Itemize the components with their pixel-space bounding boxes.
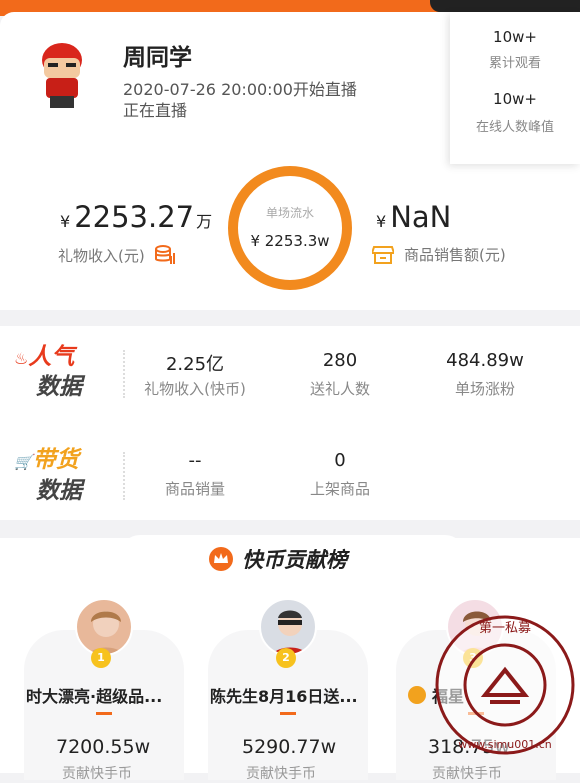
total-views-value: 10w+ — [493, 28, 537, 46]
commerce-title: 🛒带货 数据 — [14, 446, 82, 506]
rank-1-avatar[interactable] — [75, 598, 133, 656]
goods-sales: ¥ NaN — [376, 200, 451, 234]
lion-icon — [408, 686, 426, 704]
gift-income-value: 2253.27 — [74, 200, 195, 234]
watermark-seal: 第一私募 www.simu001.cn — [435, 615, 575, 755]
rank-2-badge: 2 — [276, 648, 296, 668]
flame-icon: ♨ — [14, 349, 29, 368]
watermark-text-top: 第一私募 — [479, 621, 531, 636]
commerce-label-1: 上架商品 — [309, 480, 370, 498]
rank-3-label: 贡献快手币 — [432, 766, 502, 782]
single-flow-ring: 单场流水 ¥ 2253.3w — [228, 166, 352, 290]
popularity-title-line2: 数据 — [36, 374, 82, 400]
rank-2-value: 5290.77w — [242, 736, 337, 758]
streamer-avatar[interactable] — [34, 40, 90, 112]
peak-online-label: 在线人数峰值 — [475, 120, 554, 135]
currency-symbol: ¥ — [60, 212, 71, 231]
commerce-label-0: 商品销量 — [164, 480, 225, 498]
rank-1-value: 7200.55w — [56, 736, 151, 758]
gift-income-label-row: 礼物收入(元) — [58, 244, 175, 266]
popularity-label-2: 单场涨粉 — [454, 380, 515, 398]
shop-icon — [372, 245, 394, 264]
popularity-label-1: 送礼人数 — [309, 380, 370, 398]
rank-1-label: 贡献快手币 — [62, 766, 132, 782]
live-status: 正在直播 — [123, 101, 188, 120]
ranking-title: 快币贡献榜 — [208, 544, 347, 574]
streamer-name: 周同学 — [123, 45, 192, 71]
popularity-value-1: 280 — [322, 350, 358, 371]
single-flow-value: ¥ 2253.3w — [250, 232, 330, 250]
ranking-title-text: 快币贡献榜 — [242, 548, 347, 572]
gift-income-unit: 万 — [196, 212, 213, 231]
crown-icon — [209, 547, 233, 571]
watermark-text-bottom: www.simu001.cn — [458, 738, 551, 751]
top-dark-tab — [430, 0, 580, 12]
rank-2-bar — [280, 712, 296, 715]
rank-1-name: 时大漂亮·超级品... — [26, 687, 163, 706]
goods-sales-value: NaN — [390, 200, 452, 234]
gift-income: ¥2253.27 万 — [60, 200, 212, 234]
rank-2-name: 陈先生8月16日送... — [210, 687, 358, 706]
goods-sales-label-row: 商品销售额(元) — [372, 244, 506, 265]
popularity-title-line1: ♨人气 — [14, 344, 75, 370]
rank-2-label: 贡献快手币 — [246, 766, 316, 782]
popularity-label-0: 礼物收入(快币) — [144, 380, 246, 398]
currency-symbol-right: ¥ — [376, 212, 387, 231]
coins-icon — [154, 245, 175, 264]
cart-icon: 🛒 — [14, 453, 33, 471]
commerce-value-1: 0 — [334, 450, 346, 471]
rank-1-badge: 1 — [91, 648, 111, 668]
total-views-label: 累计观看 — [488, 56, 541, 71]
commerce-title-line1: 🛒带货 — [14, 447, 79, 473]
popularity-value-2: 484.89w — [446, 350, 524, 371]
commerce-value-0: -- — [188, 450, 202, 471]
popularity-value-0: 2.25亿 — [165, 354, 225, 375]
peak-online-value: 10w+ — [493, 90, 537, 108]
commerce-title-line2: 数据 — [36, 478, 82, 504]
goods-sales-label: 商品销售额(元) — [404, 246, 506, 264]
popularity-title: ♨人气 数据 — [14, 343, 82, 402]
single-flow-label: 单场流水 — [265, 206, 314, 220]
gift-income-label: 礼物收入(元) — [58, 246, 145, 265]
stats-popover: 10w+ 累计观看 10w+ 在线人数峰值 — [450, 12, 580, 164]
rank-1-bar — [96, 712, 112, 715]
